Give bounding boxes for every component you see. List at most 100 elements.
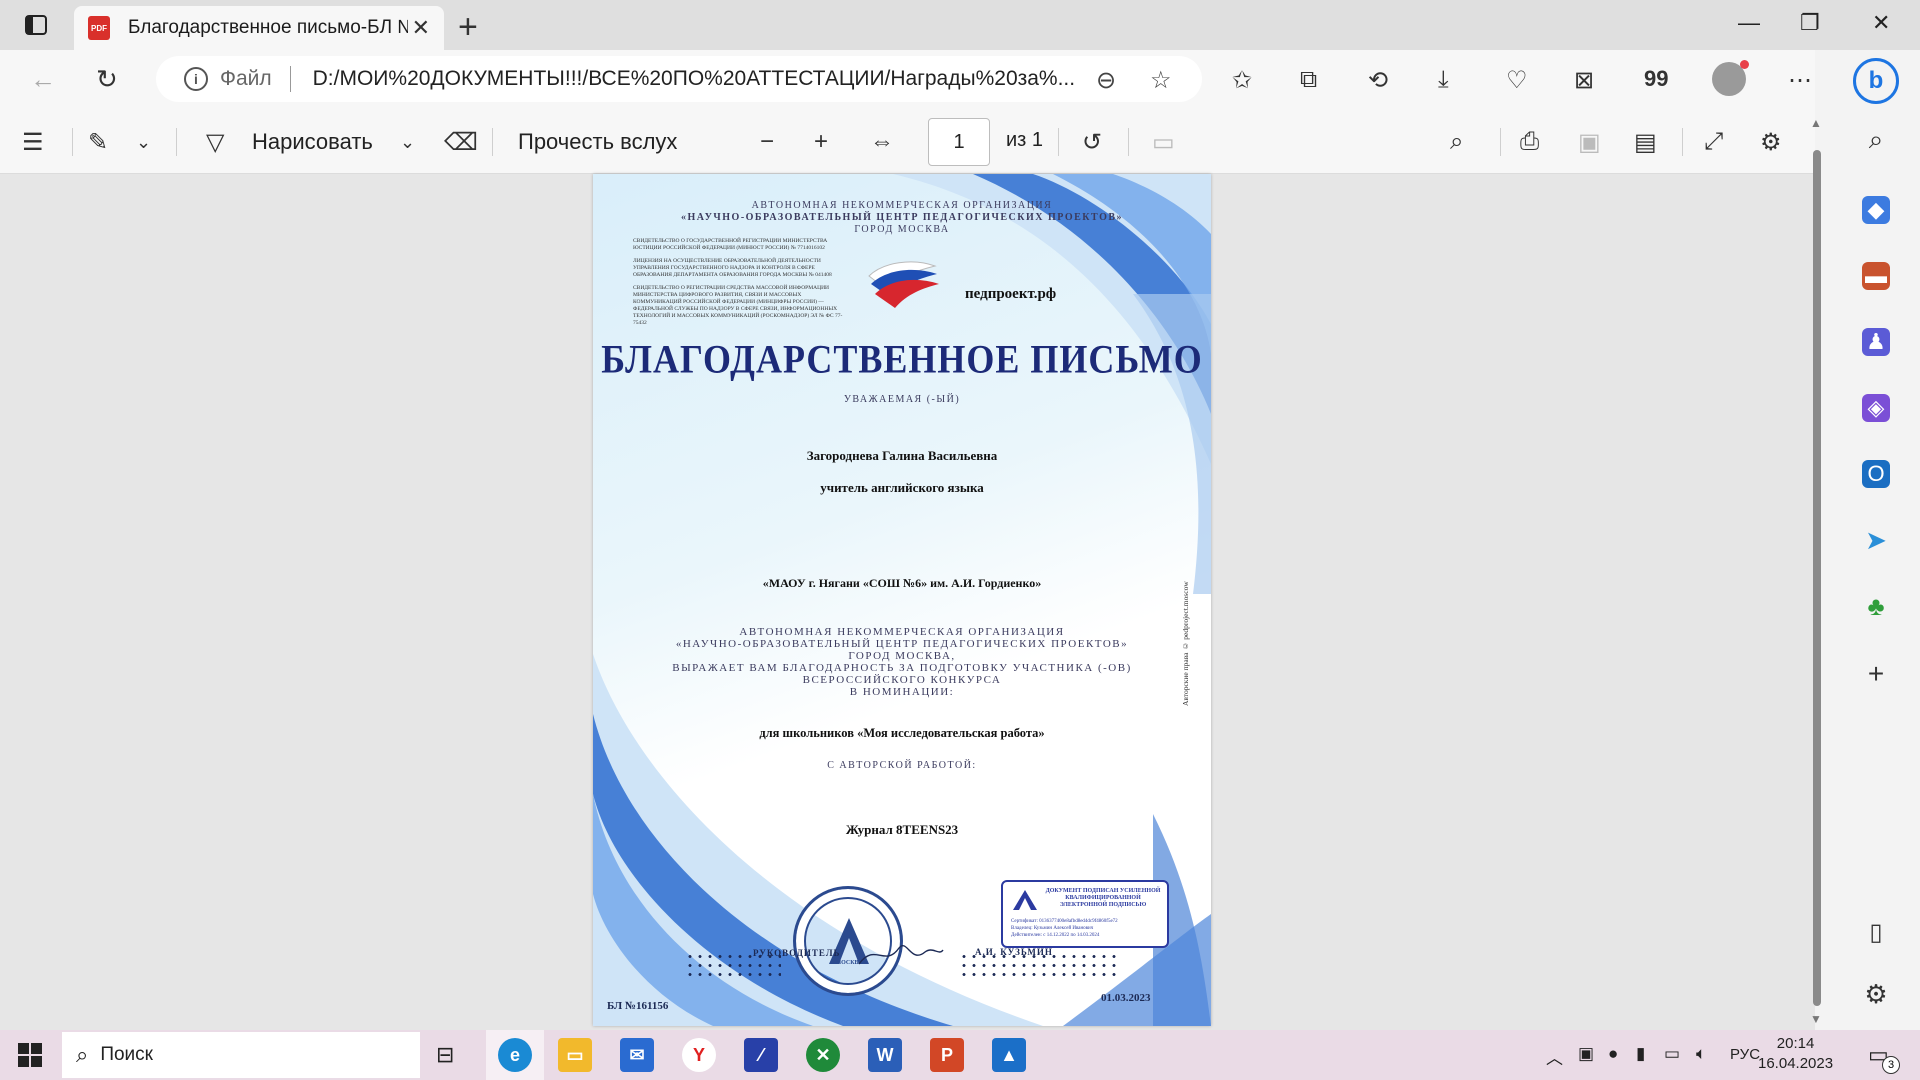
signature-icon — [858, 945, 944, 965]
read-aloud-button[interactable]: Прочесть вслух — [518, 129, 677, 155]
url-text[interactable]: D:/МОИ%20ДОКУМЕНТЫ!!!/ВСЕ%20ПО%20АТТЕСТА… — [313, 67, 1083, 91]
search-icon[interactable]: ⌕ — [1862, 124, 1890, 154]
games-icon[interactable]: ♟ — [1862, 328, 1890, 356]
org-header-line-2: «НАУЧНО-ОБРАЗОВАТЕЛЬНЫЙ ЦЕНТР ПЕДАГОГИЧЕ… — [680, 212, 1124, 223]
active-tab[interactable]: PDF Благодарственное письмо-БЛ №161156 ✕ — [74, 6, 444, 50]
chevron-down-icon[interactable]: ⌄ — [136, 132, 151, 153]
yandex-browser-icon[interactable]: Y — [682, 1038, 716, 1072]
page-number-input[interactable]: 1 — [928, 118, 990, 166]
divider — [176, 128, 177, 156]
network-icon[interactable]: ▭ — [1664, 1044, 1680, 1064]
scroll-thumb[interactable] — [1813, 150, 1821, 1006]
zoom-out-minus-icon[interactable]: − — [760, 128, 774, 156]
volume-icon[interactable]: 🔈︎ — [1696, 1044, 1706, 1064]
zoom-in-plus-icon[interactable]: + — [814, 128, 828, 156]
print-icon[interactable]: ⎙ — [1520, 128, 1539, 156]
tab-actions-button[interactable] — [18, 10, 54, 40]
scroll-down-arrow-icon[interactable]: ▼ — [1810, 1012, 1822, 1026]
close-window-icon[interactable]: ✕ — [1872, 10, 1890, 36]
document-number: БЛ №161156 — [607, 1000, 669, 1012]
performance-icon[interactable]: ♡ — [1506, 66, 1528, 95]
windows-start-icon[interactable] — [18, 1043, 42, 1067]
fullscreen-icon[interactable]: ⤢ — [1704, 128, 1723, 156]
favorites-icon[interactable]: ✩ — [1232, 66, 1252, 95]
file-explorer-icon[interactable]: ▭ — [558, 1038, 592, 1072]
zoom-out-icon[interactable]: ⊖ — [1096, 66, 1116, 95]
battery-icon[interactable]: ▮ — [1636, 1044, 1645, 1064]
signature-logo-icon — [1013, 890, 1037, 910]
flag-logo-icon — [868, 261, 939, 308]
minimize-icon[interactable]: — — [1738, 10, 1760, 36]
collections-icon[interactable]: ⧉ — [1300, 66, 1317, 94]
page-view-icon[interactable]: ▭ — [1152, 128, 1175, 157]
show-hidden-icons-chevron-icon[interactable]: ︿ — [1546, 1044, 1563, 1069]
edge-app-icon[interactable]: e — [498, 1038, 532, 1072]
downloads-icon[interactable]: ⤓ — [1438, 66, 1449, 94]
fit-width-icon[interactable]: ⇔ — [870, 128, 894, 156]
taskbar: ⌕ Поиск ⊟ e ▭ ✉ Y ⁄ ✕ W P ▲ ︿ ▣ ● ▮ ▭ 🔈︎… — [0, 1030, 1920, 1080]
taskbar-search-input[interactable]: ⌕ Поиск — [62, 1032, 420, 1078]
clock-time: 20:14 — [1776, 1035, 1815, 1052]
rotate-icon[interactable]: ↺ — [1082, 128, 1102, 157]
save-icon[interactable]: ▣ — [1578, 128, 1601, 157]
add-sidebar-app-icon[interactable]: + — [1862, 658, 1890, 689]
divider — [1058, 128, 1059, 156]
settings-gear-icon[interactable]: ⚙ — [1862, 979, 1890, 1009]
draw-button[interactable]: Нарисовать — [252, 129, 373, 155]
sidebar-toggle-icon[interactable]: ▯ — [1862, 918, 1890, 946]
meet-now-icon[interactable]: ▣ — [1578, 1044, 1594, 1064]
send-icon[interactable]: ➤ — [1862, 525, 1890, 555]
outlook-icon[interactable]: O — [1862, 460, 1890, 488]
back-arrow-icon[interactable]: ← — [30, 64, 56, 95]
bing-chat-button[interactable]: b — [1853, 58, 1899, 104]
draw-pen-icon[interactable]: ▽ — [206, 128, 224, 157]
address-bar[interactable]: i Файл D:/МОИ%20ДОКУМЕНТЫ!!!/ВСЕ%20ПО%20… — [156, 56, 1202, 102]
tab-close-icon[interactable]: ✕ — [412, 15, 430, 41]
refresh-icon[interactable]: ↻ — [96, 64, 118, 95]
powerpoint-icon[interactable]: P — [930, 1038, 964, 1072]
address-toolbar: ← ↻ i Файл D:/МОИ%20ДОКУМЕНТЫ!!!/ВСЕ%20П… — [0, 50, 1880, 110]
quote-badge-icon[interactable]: 99 — [1644, 66, 1668, 92]
xbox-icon[interactable]: ✕ — [806, 1038, 840, 1072]
body-line-2: «НАУЧНО-ОБРАЗОВАТЕЛЬНЫЙ ЦЕНТР ПЕДАГОГИЧЕ… — [675, 638, 1129, 650]
mail-icon[interactable]: ✉ — [620, 1038, 654, 1072]
new-tab-button[interactable]: + — [458, 8, 478, 47]
input-language[interactable]: РУС — [1730, 1046, 1760, 1063]
system-clock[interactable]: 20:14 16.04.2023 — [1758, 1034, 1833, 1074]
tools-briefcase-icon[interactable]: ▬ — [1862, 262, 1890, 290]
body-line-1: АВТОНОМНАЯ НЕКОММЕРЧЕСКАЯ ОРГАНИЗАЦИЯ — [739, 626, 1065, 638]
head-name: А.И. КУЗЬМИН — [975, 947, 1053, 957]
pen-app-icon[interactable]: ⁄ — [744, 1038, 778, 1072]
pdf-settings-icon[interactable]: ⚙ — [1760, 128, 1782, 157]
document-date: 01.03.2023 — [1101, 992, 1151, 1004]
save-as-icon[interactable]: ▤ — [1634, 128, 1657, 157]
registration-line-2: ЛИЦЕНЗИЯ НА ОСУЩЕСТВЛЕНИЕ ОБРАЗОВАТЕЛЬНО… — [633, 258, 832, 278]
eraser-icon[interactable]: ⌫ — [444, 128, 478, 157]
electronic-signature-box: ДОКУМЕНТ ПОДПИСАН УСИЛЕННОЙ КВАЛИФИЦИРОВ… — [1001, 880, 1169, 948]
tab-title: Благодарственное письмо-БЛ №161156 — [128, 17, 408, 38]
more-menu-icon[interactable]: ⋯ — [1788, 66, 1812, 95]
document-title: БЛАГОДАРСТВЕННОЕ ПИСЬМО — [601, 336, 1203, 382]
contents-list-icon[interactable]: ☰ — [22, 128, 44, 157]
tree-icon[interactable]: ♣ — [1862, 591, 1890, 621]
divider — [289, 66, 291, 92]
microphone-icon[interactable]: ● — [1608, 1044, 1618, 1064]
history-icon[interactable]: ⟲ — [1368, 66, 1388, 95]
restore-icon[interactable]: ❐ — [1800, 10, 1820, 36]
highlight-icon[interactable]: ✎ — [88, 128, 108, 157]
shopping-tag-icon[interactable]: ◆ — [1862, 196, 1890, 224]
salutation: УВАЖАЕМАЯ (-ЫЙ) — [843, 394, 961, 405]
find-search-icon[interactable]: ⌕ — [1450, 128, 1463, 156]
tab-strip: PDF Благодарственное письмо-БЛ №161156 ✕… — [0, 0, 1920, 50]
word-icon[interactable]: W — [868, 1038, 902, 1072]
photos-icon[interactable]: ▲ — [992, 1038, 1026, 1072]
math-solver-icon[interactable]: ⊠ — [1574, 66, 1594, 95]
search-icon: ⌕ — [76, 1042, 89, 1067]
info-icon[interactable]: i — [184, 67, 208, 91]
pdf-page: АВТОНОМНАЯ НЕКОММЕРЧЕСКАЯ ОРГАНИЗАЦИЯ «Н… — [593, 174, 1211, 1026]
microsoft-365-icon[interactable]: ◈ — [1862, 394, 1890, 422]
chevron-down-icon[interactable]: ⌄ — [400, 132, 415, 153]
scroll-up-arrow-icon[interactable]: ▲ — [1810, 116, 1822, 130]
task-view-icon[interactable]: ⊟ — [436, 1042, 454, 1068]
add-favorite-icon[interactable]: ☆ — [1150, 66, 1172, 95]
